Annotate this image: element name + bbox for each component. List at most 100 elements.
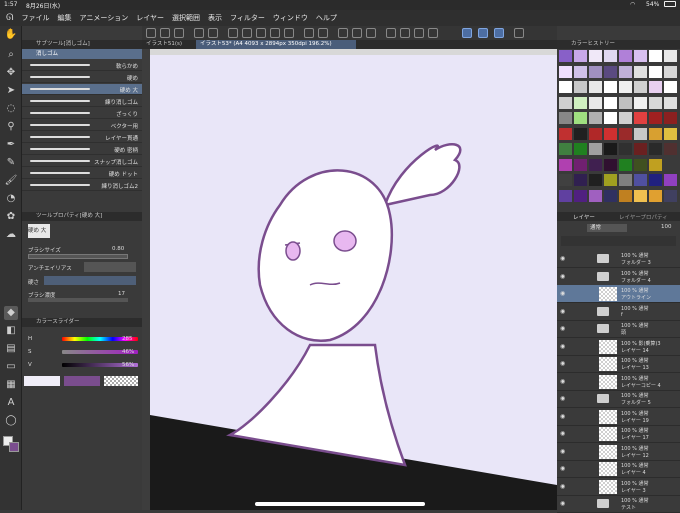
home-indicator[interactable] bbox=[255, 502, 425, 506]
decoration-icon[interactable]: ✿ bbox=[4, 210, 18, 224]
menu-animation[interactable]: アニメーション bbox=[79, 13, 128, 23]
color-swatch[interactable] bbox=[589, 174, 602, 186]
color-swatch[interactable] bbox=[574, 96, 587, 109]
gradient-icon[interactable]: ▤ bbox=[4, 342, 18, 356]
color-swatch[interactable] bbox=[589, 112, 602, 124]
layer-row[interactable]: ◉ 100 % 通常 レイヤー 19 bbox=[557, 408, 680, 426]
app-logo-icon[interactable]: ᘏ bbox=[6, 13, 13, 23]
color-swatch[interactable] bbox=[649, 174, 662, 186]
redo-icon[interactable] bbox=[208, 28, 218, 38]
color-swatch[interactable] bbox=[649, 158, 662, 171]
color-swatch[interactable] bbox=[574, 174, 587, 186]
subtool-item[interactable]: 練り消しゴム bbox=[22, 96, 142, 107]
menu-filter[interactable]: フィルター bbox=[230, 13, 265, 23]
color-swatch[interactable] bbox=[589, 127, 602, 140]
subtool-group-tab[interactable]: 消しゴム bbox=[22, 49, 142, 59]
brush-icon[interactable]: 🖌 bbox=[4, 174, 18, 188]
color-swatch-main[interactable] bbox=[24, 376, 60, 386]
color-swatch[interactable] bbox=[634, 143, 647, 155]
color-swatch[interactable] bbox=[604, 174, 617, 186]
antialias-selector[interactable] bbox=[84, 262, 136, 272]
menu-file[interactable]: ファイル bbox=[21, 13, 49, 23]
operation-icon[interactable]: ➤ bbox=[4, 84, 18, 98]
balloon-icon[interactable]: ◯ bbox=[4, 414, 18, 428]
pen-icon[interactable]: ✒ bbox=[4, 138, 18, 152]
eye-icon[interactable]: ◉ bbox=[560, 395, 565, 402]
eye-icon[interactable]: ◉ bbox=[560, 255, 565, 262]
color-swatch[interactable] bbox=[664, 174, 677, 186]
color-swatch[interactable] bbox=[604, 127, 617, 140]
fill-tool-icon[interactable]: ◧ bbox=[4, 324, 18, 338]
frame-icon[interactable]: ▦ bbox=[4, 378, 18, 392]
color-swatch[interactable] bbox=[664, 65, 677, 78]
color-swatch[interactable] bbox=[604, 65, 617, 78]
eye-icon[interactable]: ◉ bbox=[560, 483, 565, 490]
sub-color-swatch[interactable] bbox=[9, 442, 19, 452]
color-swatch[interactable] bbox=[619, 189, 632, 202]
color-swatch[interactable] bbox=[574, 143, 587, 155]
eye-icon[interactable]: ◉ bbox=[560, 448, 565, 455]
pencil-icon[interactable]: ✎ bbox=[4, 156, 18, 170]
open-icon[interactable] bbox=[160, 28, 170, 38]
color-swatch[interactable] bbox=[619, 81, 632, 93]
snap-grid-icon[interactable] bbox=[494, 28, 504, 38]
layer-row[interactable]: ◉ 100 % 通常 フォルダー 5 bbox=[557, 390, 680, 408]
color-swatch[interactable] bbox=[619, 50, 632, 62]
menu-edit[interactable]: 編集 bbox=[57, 13, 71, 23]
layer-row[interactable]: ◉ 100 % 通常 レイヤー 3 bbox=[557, 478, 680, 496]
color-swatch[interactable] bbox=[604, 143, 617, 155]
brush-density-slider[interactable] bbox=[28, 298, 128, 302]
color-swatch[interactable] bbox=[634, 174, 647, 186]
opacity-value[interactable]: 100 bbox=[661, 224, 672, 230]
color-swatch[interactable] bbox=[649, 65, 662, 78]
layer-row[interactable]: ◉ 100 % 通常 f bbox=[557, 303, 680, 321]
paste-icon[interactable] bbox=[284, 28, 294, 38]
layer-row[interactable]: ◉ 100 % 通常 レイヤー 13 bbox=[557, 355, 680, 373]
color-swatch[interactable] bbox=[664, 158, 677, 171]
color-swatch[interactable] bbox=[649, 127, 662, 140]
layer-row[interactable]: ◉ 100 % 通常 フォルダー 3 bbox=[557, 250, 680, 268]
color-swatch[interactable] bbox=[574, 189, 587, 202]
color-swatch[interactable] bbox=[649, 143, 662, 155]
zoom-icon[interactable]: ⌕ bbox=[4, 48, 18, 62]
color-swatch[interactable] bbox=[604, 189, 617, 202]
brush-size-slider[interactable] bbox=[28, 254, 128, 259]
new-icon[interactable] bbox=[146, 28, 156, 38]
eraser-icon[interactable]: ◆ bbox=[4, 306, 18, 320]
airbrush-icon[interactable]: ◔ bbox=[4, 192, 18, 206]
subtool-item[interactable]: 練り消しゴム2 bbox=[22, 180, 142, 191]
layer-row[interactable]: ◉ 100 % 通常頭 bbox=[557, 320, 680, 338]
color-swatch[interactable] bbox=[604, 81, 617, 93]
color-swatch[interactable] bbox=[664, 112, 677, 124]
snap-icon[interactable] bbox=[338, 28, 348, 38]
color-swatch[interactable] bbox=[619, 65, 632, 78]
color-swatch[interactable] bbox=[619, 143, 632, 155]
fill-icon[interactable] bbox=[352, 28, 362, 38]
menu-view[interactable]: 表示 bbox=[208, 13, 222, 23]
color-swatch[interactable] bbox=[649, 189, 662, 202]
clear-icon[interactable] bbox=[228, 28, 238, 38]
color-swatch[interactable] bbox=[604, 96, 617, 109]
blend-icon[interactable]: ☁ bbox=[4, 228, 18, 242]
tab-illust53[interactable]: イラスト53* (A4 4093 x 2894px 350dpi 196.2%) bbox=[196, 40, 356, 49]
color-swatch[interactable] bbox=[649, 81, 662, 93]
color-swatch[interactable] bbox=[559, 127, 572, 140]
subtool-item[interactable]: ざっくり bbox=[22, 108, 142, 119]
color-swatch[interactable] bbox=[574, 112, 587, 124]
text-icon[interactable]: A bbox=[4, 396, 18, 410]
color-swatch[interactable] bbox=[619, 174, 632, 186]
figure-icon[interactable]: ▭ bbox=[4, 360, 18, 374]
color-swatch[interactable] bbox=[589, 143, 602, 155]
crop-icon[interactable] bbox=[414, 28, 424, 38]
transform-icon[interactable] bbox=[242, 28, 252, 38]
color-swatch[interactable] bbox=[559, 158, 572, 171]
eye-icon[interactable]: ◉ bbox=[560, 273, 565, 280]
color-swatch[interactable] bbox=[634, 127, 647, 140]
color-swatch[interactable] bbox=[634, 65, 647, 78]
color-swatch[interactable] bbox=[559, 65, 572, 78]
color-swatch[interactable] bbox=[634, 81, 647, 93]
save-icon[interactable] bbox=[174, 28, 184, 38]
settings-icon[interactable] bbox=[514, 28, 524, 38]
color-swatch[interactable] bbox=[589, 96, 602, 109]
color-swatch[interactable] bbox=[574, 50, 587, 62]
